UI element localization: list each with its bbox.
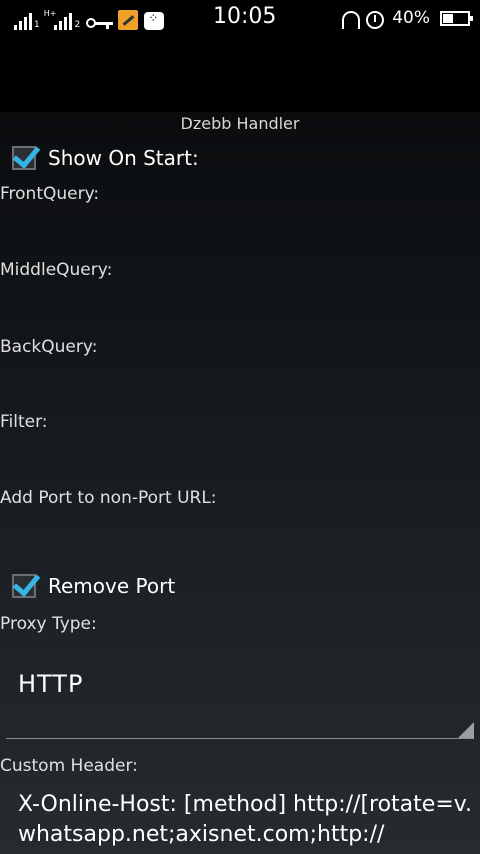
dialog-content: Dzebb Handler Show On Start: FrontQuery:… [0,112,480,854]
sim2-label: 2 [74,20,81,30]
remove-port-checkbox[interactable] [12,568,41,598]
show-on-start-label: Show On Start: [48,146,199,170]
battery-icon [440,10,473,26]
custom-header-field[interactable]: X-Online-Host: [method] http://[rotate=v… [18,790,474,850]
front-query-label: FrontQuery: [0,184,100,204]
bbm-notification-icon [144,11,165,30]
network-type-label: H+ [43,9,57,18]
dropdown-arrow-icon [458,722,474,738]
remove-port-row[interactable]: Remove Port [12,568,176,598]
show-on-start-row[interactable]: Show On Start: [12,140,199,170]
proxy-type-value: HTTP [18,670,84,698]
status-icons-left: 1 H+ 2 [14,6,165,30]
show-on-start-checkbox[interactable] [12,140,41,170]
alarm-clock-icon [366,11,385,29]
proxy-type-label: Proxy Type: [0,614,97,634]
back-query-label: BackQuery: [0,337,98,357]
proxy-type-spinner[interactable]: HTTP [6,642,474,739]
battery-percent: 40% [392,8,430,28]
signal-sim2-icon [54,12,73,30]
edit-notification-icon [118,10,139,30]
add-port-label: Add Port to non-Port URL: [0,488,217,508]
middle-query-label: MiddleQuery: [0,260,113,280]
custom-header-label: Custom Header: [0,756,138,776]
dialog-title: Dzebb Handler [180,114,300,133]
sim1-label: 1 [34,20,40,30]
signal-sim1-icon [14,12,32,30]
vpn-key-icon [86,18,114,30]
status-icons-right: 40% [342,6,473,30]
remove-port-label: Remove Port [48,574,176,598]
filter-label: Filter: [0,412,48,432]
headset-icon [342,11,361,29]
status-bar: 1 H+ 2 10:05 40% [0,0,480,36]
status-clock: 10:05 [213,4,277,29]
